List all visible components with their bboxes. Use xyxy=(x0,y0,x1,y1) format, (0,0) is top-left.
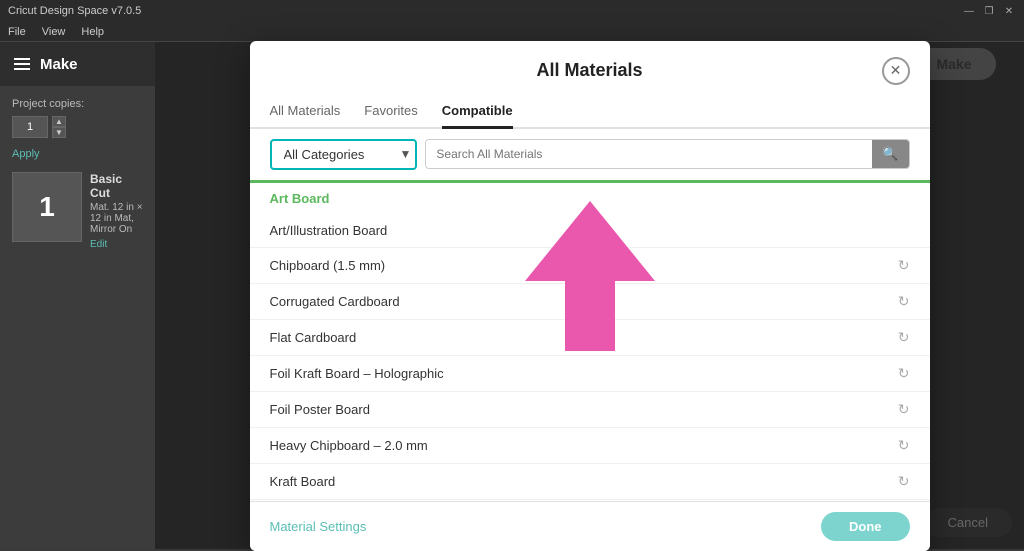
modal-header: All Materials ✕ xyxy=(250,41,930,85)
list-item[interactable]: Foil Poster Board ↻ xyxy=(250,392,930,428)
mat-number: 1 xyxy=(39,191,55,223)
list-item[interactable]: Corrugated Cardboard ↻ xyxy=(250,284,930,320)
list-item[interactable]: Heavy Chipboard – 2.0 mm ↻ xyxy=(250,428,930,464)
mat-row: 1 Basic Cut Mat. 12 in × 12 in Mat, Mirr… xyxy=(12,172,143,250)
tab-compatible[interactable]: Compatible xyxy=(442,95,513,129)
refresh-icon[interactable]: ↻ xyxy=(898,401,910,418)
copies-input[interactable] xyxy=(12,116,48,138)
material-settings-link[interactable]: Material Settings xyxy=(270,519,367,534)
search-input[interactable] xyxy=(426,141,872,167)
hamburger-menu-icon[interactable] xyxy=(14,58,30,70)
filter-row: All Categories Paper Vinyl Iron-On Fabri… xyxy=(250,129,930,180)
search-wrapper: 🔍 xyxy=(425,139,909,169)
mat-edit-link[interactable]: Edit xyxy=(90,239,143,250)
app-title: Cricut Design Space v7.0.5 xyxy=(8,5,141,17)
modal-overlay: All Materials ✕ All Materials Favorites … xyxy=(155,42,1024,549)
title-bar: Cricut Design Space v7.0.5 — ❐ ✕ xyxy=(0,0,1024,22)
materials-list: Art Board Art/Illustration Board Chipboa… xyxy=(250,180,930,501)
refresh-icon[interactable]: ↻ xyxy=(898,437,910,454)
sidebar: Make Project copies: ▲ ▼ Apply 1 Basic C… xyxy=(0,42,155,549)
category-select-wrapper: All Categories Paper Vinyl Iron-On Fabri… xyxy=(270,139,418,170)
refresh-icon[interactable]: ↻ xyxy=(898,257,910,274)
sidebar-header: Make xyxy=(0,42,155,86)
mat-info: Mat. 12 in × 12 in Mat, Mirror On xyxy=(90,202,143,235)
refresh-icon[interactable]: ↻ xyxy=(898,473,910,490)
list-item[interactable]: Art/Illustration Board xyxy=(250,214,930,248)
select-arrow-icon: ▼ xyxy=(400,147,412,161)
all-materials-modal: All Materials ✕ All Materials Favorites … xyxy=(250,41,930,551)
mat-details: Basic Cut Mat. 12 in × 12 in Mat, Mirror… xyxy=(90,172,143,250)
modal-footer: Material Settings Done xyxy=(250,501,930,551)
refresh-icon[interactable]: ↻ xyxy=(898,365,910,382)
menu-file[interactable]: File xyxy=(8,26,26,38)
main-area: Make All Materials ✕ All Materials Favor… xyxy=(155,42,1024,549)
mat-label: Basic Cut xyxy=(90,172,143,200)
modal-tabs: All Materials Favorites Compatible xyxy=(250,95,930,129)
sidebar-content: Project copies: ▲ ▼ Apply 1 Basic Cut Ma… xyxy=(0,86,155,262)
refresh-icon[interactable]: ↻ xyxy=(898,329,910,346)
refresh-icon[interactable]: ↻ xyxy=(898,293,910,310)
category-header-art-board: Art Board xyxy=(250,183,930,214)
apply-button[interactable]: Apply xyxy=(12,148,143,160)
menu-bar: File View Help xyxy=(0,22,1024,42)
list-item[interactable]: Kraft Board ↻ xyxy=(250,464,930,500)
mat-preview: 1 xyxy=(12,172,82,242)
list-item[interactable]: Foil Kraft Board – Holographic ↻ xyxy=(250,356,930,392)
app-layout: Make Project copies: ▲ ▼ Apply 1 Basic C… xyxy=(0,42,1024,549)
project-copies-label: Project copies: xyxy=(12,98,143,110)
list-item[interactable]: Chipboard (1.5 mm) ↻ xyxy=(250,248,930,284)
restore-button[interactable]: ❐ xyxy=(982,4,996,18)
modal-close-button[interactable]: ✕ xyxy=(882,57,910,85)
done-button[interactable]: Done xyxy=(821,512,910,541)
copies-down-button[interactable]: ▼ xyxy=(52,127,66,138)
search-button[interactable]: 🔍 xyxy=(872,140,908,168)
modal-title: All Materials xyxy=(298,60,882,81)
window-controls: — ❐ ✕ xyxy=(962,4,1016,18)
tab-all-materials[interactable]: All Materials xyxy=(270,95,341,129)
menu-view[interactable]: View xyxy=(42,26,66,38)
list-item[interactable]: Flat Cardboard ↻ xyxy=(250,320,930,356)
copies-control: ▲ ▼ xyxy=(12,116,143,138)
category-select[interactable]: All Categories Paper Vinyl Iron-On Fabri… xyxy=(276,143,396,166)
sidebar-title: Make xyxy=(40,56,78,73)
tab-favorites[interactable]: Favorites xyxy=(364,95,417,129)
copies-up-button[interactable]: ▲ xyxy=(52,116,66,127)
copies-arrows: ▲ ▼ xyxy=(52,116,66,138)
menu-help[interactable]: Help xyxy=(81,26,104,38)
close-button[interactable]: ✕ xyxy=(1002,4,1016,18)
minimize-button[interactable]: — xyxy=(962,4,976,18)
